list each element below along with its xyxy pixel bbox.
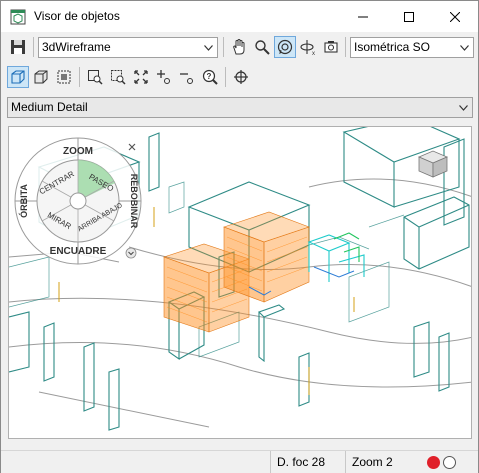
steering-wheel-zoom-label[interactable]: ZOOM <box>63 146 93 157</box>
pan-hand-icon <box>233 39 245 55</box>
steering-wheel[interactable]: ZOOM ENCUADRE ÓRBITA REBOBINAR CENTRAR P… <box>12 135 152 275</box>
zoom-icon <box>255 40 270 55</box>
svg-text:x: x <box>312 51 315 56</box>
constrained-orbit-icon: x <box>300 40 315 56</box>
zoom-window-button[interactable] <box>84 66 106 88</box>
zoom-out-icon <box>180 73 193 84</box>
app-icon <box>10 9 26 25</box>
record-icon[interactable] <box>427 456 440 469</box>
zoom-realtime-button[interactable]: ? <box>199 66 221 88</box>
zoom-realtime-icon: ? <box>202 69 218 85</box>
steering-wheel-close-icon[interactable] <box>128 143 136 151</box>
steering-wheel-menu-icon[interactable] <box>125 247 137 259</box>
ucs-icon <box>234 70 248 84</box>
focal-length: D. foc 28 <box>270 451 343 473</box>
visual-style-value: 3dWireframe <box>42 40 111 54</box>
zoom-selected-icon <box>111 70 126 85</box>
view-solid-icon <box>34 70 48 84</box>
zoom-in-button[interactable] <box>153 66 175 88</box>
separator <box>33 37 34 57</box>
separator <box>345 37 346 57</box>
camera-icon <box>324 41 338 53</box>
separator <box>225 67 226 87</box>
steering-wheel-pan-label[interactable]: ENCUADRE <box>50 246 107 257</box>
zoom-out-button[interactable] <box>176 66 198 88</box>
minimize-icon <box>358 16 368 17</box>
steering-wheel-orbit-label[interactable]: ÓRBITA <box>18 184 29 218</box>
window-title: Visor de objetos <box>34 9 120 23</box>
orbit-button[interactable] <box>274 36 296 58</box>
object-viewer-window: Visor de objetos 3dWireframe x Isométric… <box>0 0 479 473</box>
separator <box>79 67 80 87</box>
zoom-window-icon <box>88 70 103 85</box>
view-cube-button[interactable] <box>7 66 29 88</box>
status-bar: D. foc 28 Zoom 2 <box>1 450 478 473</box>
pan-button[interactable] <box>228 36 250 58</box>
visual-style-dropdown[interactable]: 3dWireframe <box>38 37 218 58</box>
constrained-orbit-button[interactable]: x <box>297 36 319 58</box>
view-cube-icon <box>11 70 25 84</box>
steering-wheel-rewind-label[interactable]: REBOBINAR <box>129 174 139 229</box>
toolbar-view: ? <box>1 63 478 91</box>
zoom-extents-button[interactable] <box>130 66 152 88</box>
chevron-down-icon <box>200 38 217 57</box>
viewcube-icon[interactable] <box>417 150 449 178</box>
orbit-icon <box>277 39 293 55</box>
stop-icon[interactable] <box>443 456 456 469</box>
svg-text:?: ? <box>207 72 212 81</box>
view-select-icon <box>57 70 71 84</box>
detail-level-value: Medium Detail <box>11 100 88 114</box>
toolbar-main: 3dWireframe x Isométrica SO <box>1 33 478 61</box>
view-preset-value: Isométrica SO <box>354 40 431 54</box>
detail-level-dropdown[interactable]: Medium Detail <box>7 97 473 118</box>
minimize-button[interactable] <box>340 1 386 32</box>
zoom-level: Zoom 2 <box>345 451 419 473</box>
3d-viewport[interactable]: ZOOM ENCUADRE ÓRBITA REBOBINAR CENTRAR P… <box>8 126 472 439</box>
maximize-button[interactable] <box>386 1 432 32</box>
save-icon <box>11 40 25 54</box>
zoom-button[interactable] <box>251 36 273 58</box>
close-button[interactable] <box>432 1 478 32</box>
zoom-extents-icon <box>134 70 148 84</box>
chevron-down-icon <box>456 38 473 57</box>
view-select-button[interactable] <box>53 66 75 88</box>
view-preset-dropdown[interactable]: Isométrica SO <box>350 37 474 58</box>
close-icon <box>450 11 460 22</box>
camera-button[interactable] <box>320 36 342 58</box>
save-button[interactable] <box>7 36 29 58</box>
view-solid-button[interactable] <box>30 66 52 88</box>
separator <box>223 37 224 57</box>
ucs-button[interactable] <box>230 66 252 88</box>
zoom-selected-button[interactable] <box>107 66 129 88</box>
zoom-in-icon <box>157 70 170 84</box>
chevron-down-icon <box>455 98 472 117</box>
maximize-icon <box>404 11 414 22</box>
title-bar: Visor de objetos <box>1 1 478 32</box>
